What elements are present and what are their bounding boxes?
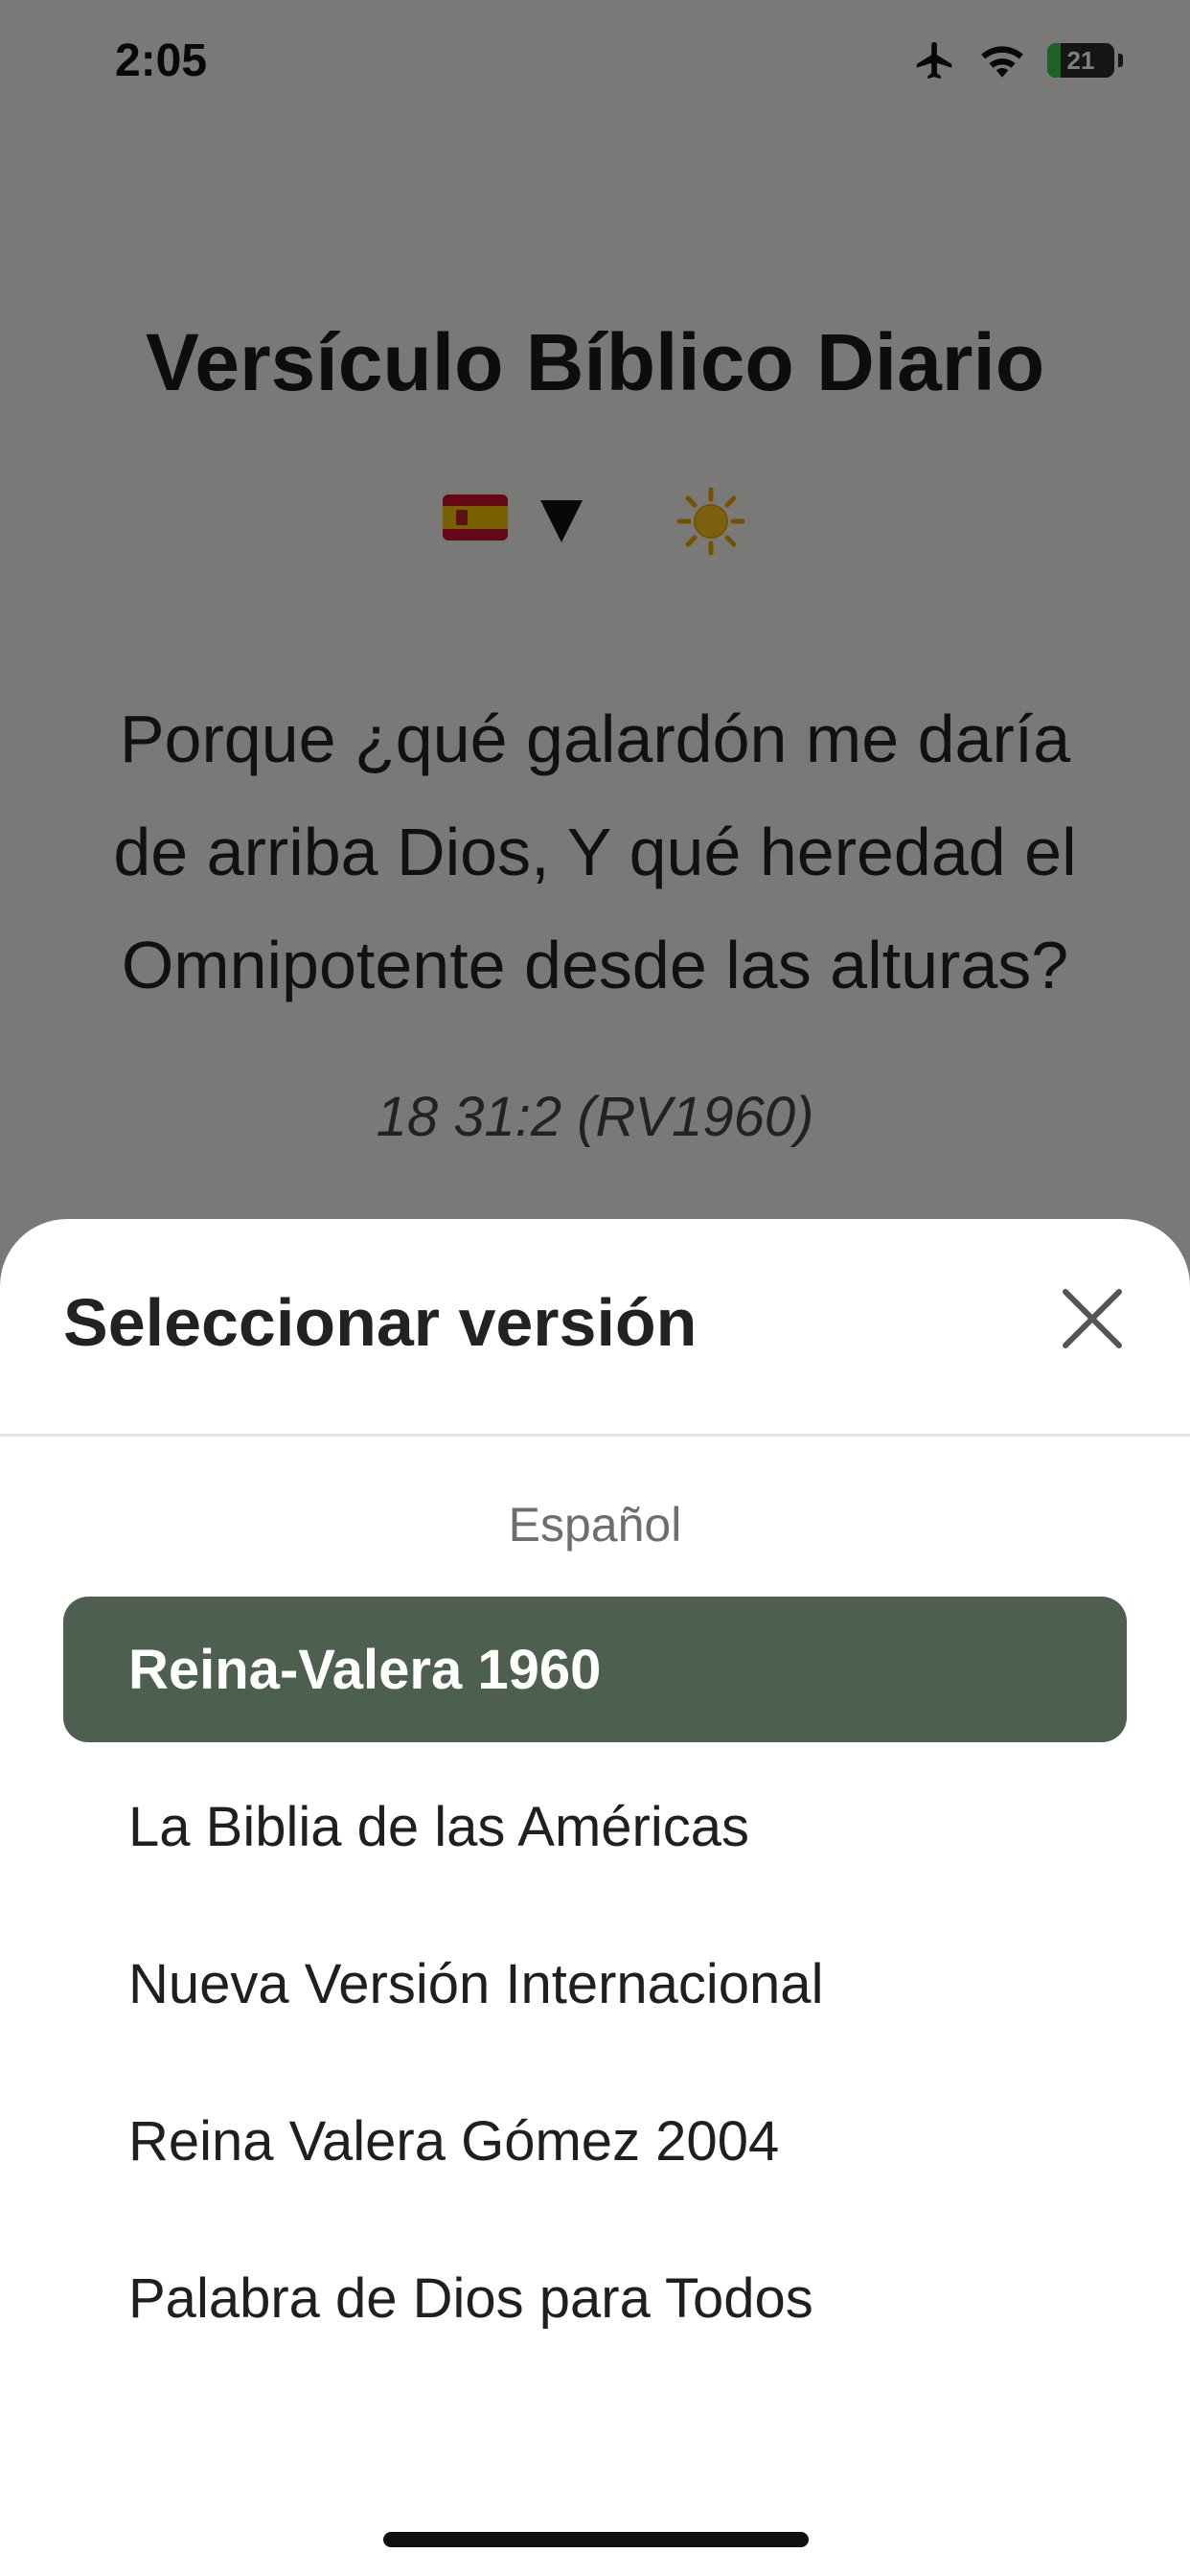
version-option-rv1960[interactable]: Reina-Valera 1960: [63, 1597, 1127, 1742]
version-sheet: Seleccionar versión Español Reina-Valera…: [0, 1219, 1190, 2576]
version-option-nvi[interactable]: Nueva Versión Internacional: [63, 1911, 1127, 2057]
section-label-language: Español: [508, 1498, 682, 1552]
sheet-title: Seleccionar versión: [63, 1285, 698, 1360]
close-icon[interactable]: [1054, 1280, 1131, 1357]
sheet-header: Seleccionar versión: [0, 1219, 1190, 1437]
version-option-pdt[interactable]: Palabra de Dios para Todos: [63, 2225, 1127, 2371]
version-list: Reina-Valera 1960 La Biblia de las Améri…: [63, 1597, 1127, 2382]
home-indicator[interactable]: [383, 2532, 809, 2547]
version-option-rvg2004[interactable]: Reina Valera Gómez 2004: [63, 2068, 1127, 2214]
version-option-lbla[interactable]: La Biblia de las Américas: [63, 1754, 1127, 1899]
